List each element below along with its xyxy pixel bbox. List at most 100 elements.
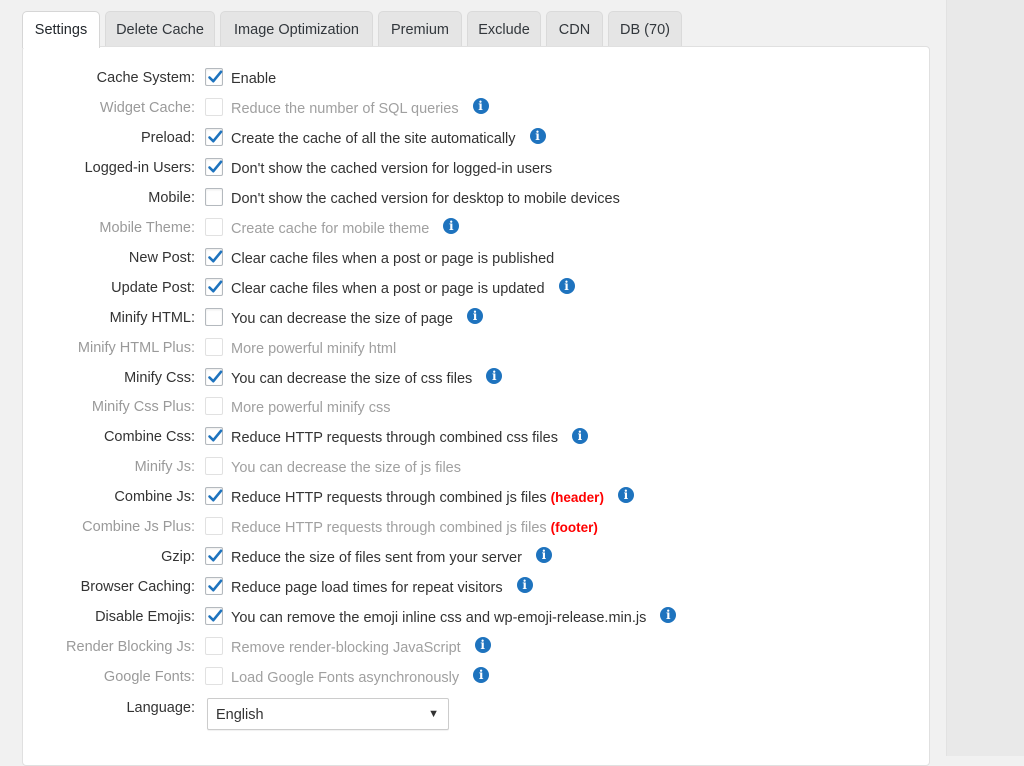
checkbox-update-post[interactable] [205, 277, 223, 296]
settings-panel: Cache System: Enable Widget Cache: Reduce t… [22, 46, 930, 766]
option-label: Minify HTML Plus: [77, 339, 195, 356]
info-icon[interactable]: i [443, 217, 460, 234]
checkbox-preload[interactable] [205, 127, 223, 146]
option-description: More powerful minify html [231, 334, 396, 364]
option-row-minify-css: Minify Css: You can decrease the size of … [23, 364, 931, 392]
option-description-text: Create cache for mobile theme [231, 220, 430, 237]
option-label: Logged-in Users: [84, 159, 195, 176]
info-icon[interactable]: i [571, 427, 588, 444]
option-row-gzip: Gzip: Reduce the size of files sent from … [23, 543, 931, 571]
option-description: You can decrease the size of js files [231, 453, 461, 483]
tab-settings[interactable]: Settings [22, 11, 100, 48]
option-description-text: Reduce the size of files sent from your … [231, 550, 522, 567]
option-description: Clear cache files when a post or page is… [231, 244, 554, 274]
option-label: Combine Css: [103, 429, 195, 446]
info-icon[interactable]: i [529, 128, 546, 145]
checkmark-icon [208, 489, 223, 502]
checkbox-disable-emojis[interactable] [205, 607, 223, 626]
option-label: Combine Js Plus: [82, 519, 195, 536]
option-description: You can decrease the size of css files i [231, 364, 503, 394]
info-icon[interactable]: i [486, 367, 503, 384]
option-label: Mobile Theme: [99, 219, 195, 236]
info-icon[interactable]: i [474, 637, 491, 654]
option-label: Minify Js: [134, 459, 195, 476]
info-icon[interactable]: i [472, 98, 489, 115]
checkbox-minify-css[interactable] [205, 367, 223, 386]
option-description-text: You can decrease the size of page [231, 310, 453, 327]
option-description-text: Create the cache of all the site automat… [231, 130, 516, 147]
option-description: Reduce HTTP requests through combined js… [231, 483, 634, 513]
checkbox-render-blocking-js [205, 637, 223, 656]
checkbox-combine-js[interactable] [205, 487, 223, 506]
checkmark-icon [208, 280, 223, 293]
checkmark-icon [208, 370, 223, 382]
option-label: Update Post: [111, 279, 195, 296]
tab-premium[interactable]: Premium [378, 11, 462, 46]
option-description-text: More powerful minify css [231, 400, 391, 417]
option-description-text: Clear cache files when a post or page is… [231, 280, 545, 297]
option-label: Render Blocking Js: [66, 639, 195, 656]
language-select[interactable]: English ▼ [207, 698, 449, 730]
tab-cdn[interactable]: CDN [546, 11, 603, 46]
option-description-text: Remove render-blocking JavaScript [231, 640, 461, 657]
checkbox-cache-system[interactable] [205, 68, 223, 86]
option-row-google-fonts: Google Fonts: Load Google Fonts asynchron… [23, 663, 931, 691]
option-row-disable-emojis: Disable Emojis: You can remove the emoji … [23, 603, 931, 631]
option-description: Reduce the number of SQL queries i [231, 94, 489, 124]
info-icon[interactable]: i [558, 277, 575, 294]
option-description: Reduce HTTP requests through combined cs… [231, 423, 588, 453]
option-description: Don't show the cached version for logged… [231, 154, 552, 184]
info-icon[interactable]: i [473, 667, 490, 684]
language-selected-value: English [216, 707, 264, 723]
option-description-text: Reduce the number of SQL queries [231, 100, 459, 117]
option-row-render-blocking-js: Render Blocking Js: Remove render-blockin… [23, 633, 931, 661]
tab-db-70[interactable]: DB (70) [608, 11, 682, 46]
info-icon[interactable]: i [535, 547, 552, 564]
checkbox-gzip[interactable] [205, 547, 223, 566]
checkbox-combine-css[interactable] [205, 427, 223, 446]
option-description: Create the cache of all the site automat… [231, 124, 546, 154]
option-label: Minify Css Plus: [91, 399, 195, 416]
info-icon[interactable]: i [466, 307, 483, 324]
checkmark-icon [208, 579, 223, 592]
option-description: Enable [231, 64, 276, 94]
checkmark-icon [208, 250, 223, 263]
option-description-text: Reduce HTTP requests through combined js… [231, 520, 547, 537]
option-row-logged-in-users: Logged-in Users: Don't show the cached ve… [23, 154, 931, 182]
option-row-widget-cache: Widget Cache: Reduce the number of SQL qu… [23, 94, 931, 122]
checkbox-new-post[interactable] [205, 247, 223, 266]
info-icon[interactable]: i [660, 607, 677, 624]
checkbox-minify-js [205, 457, 223, 476]
checkbox-minify-html[interactable] [205, 307, 223, 326]
tab-image-optimization[interactable]: Image Optimization [220, 11, 373, 46]
checkbox-logged-in-users[interactable] [205, 157, 223, 176]
tab-exclude[interactable]: Exclude [467, 11, 541, 46]
option-row-combine-js-plus: Combine Js Plus: Reduce HTTP requests thr… [23, 513, 931, 541]
option-row-new-post: New Post: Clear cache files when a post o… [23, 244, 931, 272]
option-row-preload: Preload: Create the cache of all the site… [23, 124, 931, 152]
option-description: Reduce page load times for repeat visito… [231, 573, 533, 603]
option-label: New Post: [128, 249, 195, 266]
option-label: Gzip: [161, 549, 195, 566]
option-description-text: Don't show the cached version for deskto… [231, 190, 620, 207]
checkmark-icon [208, 609, 223, 622]
checkbox-google-fonts [205, 667, 223, 685]
checkmark-icon [208, 70, 223, 83]
info-icon[interactable]: i [516, 577, 533, 594]
option-row-minify-js: Minify Js: You can decrease the size of j… [23, 453, 931, 481]
option-label: Cache System: [96, 70, 195, 86]
option-row-minify-html-plus: Minify HTML Plus: More powerful minify ht… [23, 334, 931, 362]
option-description-text: You can decrease the size of js files [231, 460, 461, 477]
option-row-combine-css: Combine Css: Reduce HTTP requests through… [23, 423, 931, 451]
info-icon[interactable]: i [617, 487, 634, 504]
checkmark-icon [208, 549, 223, 562]
checkbox-widget-cache [205, 97, 223, 116]
option-label: Disable Emojis: [95, 609, 195, 626]
option-row-cache-system: Cache System: Enable [23, 64, 931, 92]
checkbox-browser-caching[interactable] [205, 577, 223, 596]
option-row-mobile-theme: Mobile Theme: Create cache for mobile the… [23, 214, 931, 242]
option-row-combine-js: Combine Js: Reduce HTTP requests through … [23, 483, 931, 511]
tab-delete-cache[interactable]: Delete Cache [105, 11, 215, 46]
checkbox-mobile[interactable] [205, 187, 223, 206]
language-label: Language: [126, 700, 195, 716]
